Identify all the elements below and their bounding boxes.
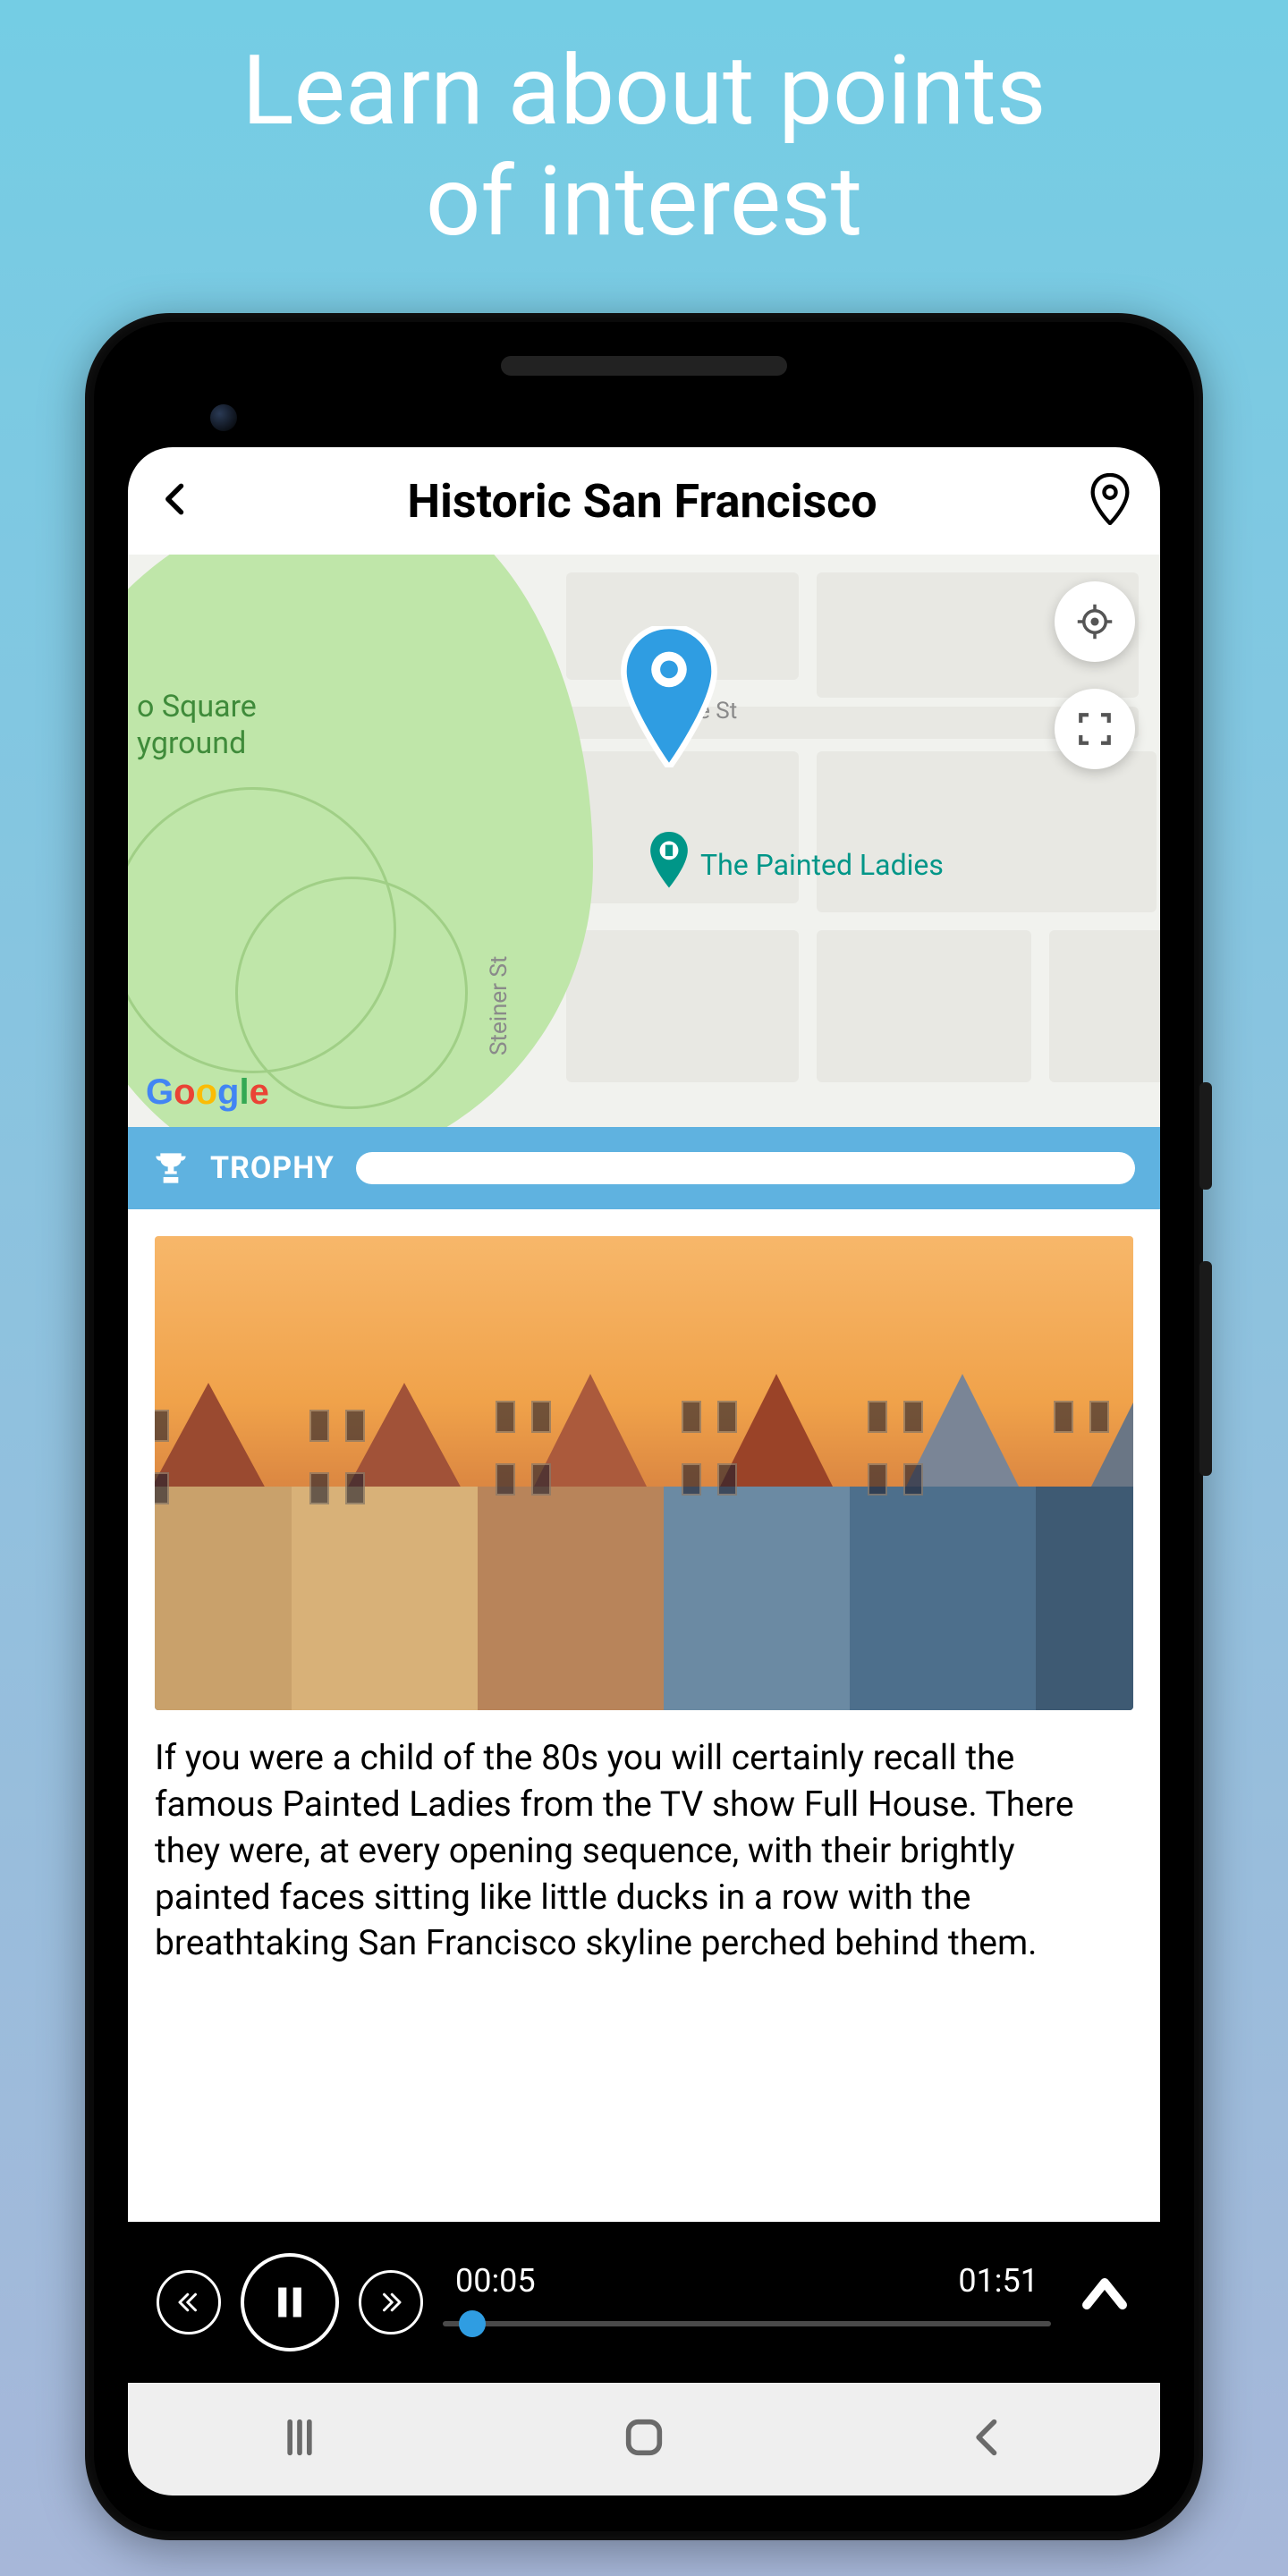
poi-description: If you were a child of the 80s you will … [155, 1735, 1133, 1967]
home-icon [621, 2414, 667, 2461]
trophy-bar: TROPHY [128, 1127, 1160, 1209]
map-street-label-vertical: Steiner St [486, 555, 513, 1127]
home-button[interactable] [621, 2414, 667, 2464]
phone-side-button-1 [1199, 1082, 1212, 1190]
poi-marker-icon[interactable] [647, 832, 691, 886]
expand-player-button[interactable] [1078, 2269, 1131, 2335]
trophy-label: TROPHY [210, 1150, 335, 1186]
poi-label[interactable]: The Painted Ladies [700, 848, 944, 882]
player-timeline[interactable]: 00:05 01:51 [443, 2262, 1051, 2343]
system-nav-bar [128, 2383, 1160, 2496]
page-title: Historic San Francisco [217, 474, 1067, 529]
google-attribution: Google [146, 1072, 269, 1113]
promo-line-2: of interest [0, 147, 1288, 258]
my-location-button[interactable] [1055, 581, 1135, 662]
phone-camera [210, 404, 237, 431]
back-button[interactable] [157, 479, 196, 522]
recent-apps-icon [276, 2414, 323, 2461]
promo-headline: Learn about points of interest [0, 0, 1288, 258]
pause-icon [270, 2283, 309, 2322]
map-view[interactable]: o Square yground Steiner St ove St The P… [128, 555, 1160, 1127]
rewind-button[interactable] [157, 2270, 221, 2334]
current-time: 00:05 [455, 2262, 536, 2300]
app-screen: Historic San Francisco [128, 447, 1160, 2496]
poi-content: If you were a child of the 80s you will … [128, 1209, 1160, 2222]
crosshair-icon [1076, 603, 1114, 640]
map-path [235, 877, 468, 1109]
location-button[interactable] [1089, 473, 1131, 529]
trophy-progress-track [356, 1152, 1135, 1184]
map-pin-icon [1089, 473, 1131, 525]
phone-frame: Historic San Francisco [85, 313, 1203, 2540]
progress-track[interactable] [443, 2321, 1051, 2326]
progress-thumb[interactable] [459, 2310, 486, 2337]
chevron-left-icon [157, 479, 196, 519]
chevron-up-icon [1078, 2269, 1131, 2323]
total-time: 01:51 [958, 2262, 1038, 2300]
poi-photo [155, 1236, 1133, 1710]
app-bar: Historic San Francisco [128, 447, 1160, 555]
fullscreen-button[interactable] [1055, 689, 1135, 769]
selected-location-pin[interactable] [620, 626, 718, 769]
phone-speaker [501, 356, 787, 376]
audio-player: 00:05 01:51 [128, 2222, 1160, 2383]
rewind-icon [175, 2289, 202, 2316]
promo-line-1: Learn about points [0, 36, 1288, 147]
forward-button[interactable] [359, 2270, 423, 2334]
phone-side-button-2 [1199, 1261, 1212, 1476]
map-park-label: o Square yground [137, 689, 257, 762]
forward-icon [377, 2289, 404, 2316]
back-nav-button[interactable] [965, 2414, 1012, 2464]
fullscreen-icon [1076, 710, 1114, 748]
recent-apps-button[interactable] [276, 2414, 323, 2464]
trophy-icon [153, 1150, 189, 1186]
back-icon [965, 2414, 1012, 2461]
play-pause-button[interactable] [241, 2253, 339, 2351]
